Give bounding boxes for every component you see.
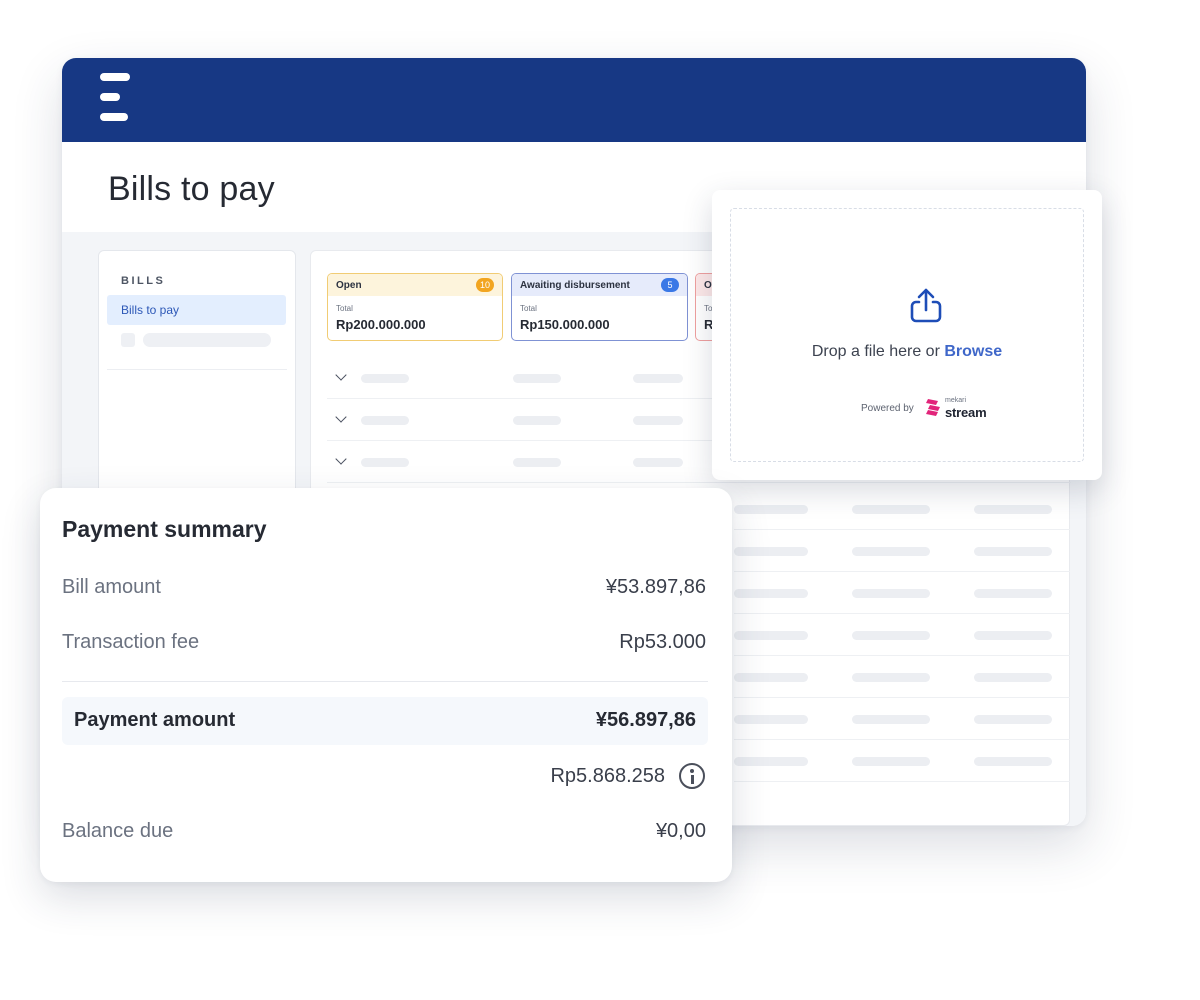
page-title: Bills to pay (108, 170, 275, 208)
info-icon[interactable] (679, 763, 705, 789)
status-card-open[interactable]: Open 10 Total Rp200.000.000 (327, 273, 503, 341)
skeleton-placeholder (143, 333, 271, 347)
sidebar: BILLS Bills to pay (98, 250, 296, 510)
card-label: Open (336, 280, 362, 291)
browse-link[interactable]: Browse (944, 343, 1002, 360)
balance-due-value: ¥0,00 (655, 820, 706, 842)
count-badge: 5 (661, 278, 679, 292)
status-card-awaiting-disbursement[interactable]: Awaiting disbursement 5 Total Rp150.000.… (511, 273, 688, 341)
table-row (734, 572, 1070, 614)
card-sub-label: Total (520, 304, 537, 313)
card-label: Awaiting disbursement (520, 280, 630, 291)
converted-amount-value: Rp5.868.258 (550, 765, 665, 787)
bill-amount-value: ¥53.897,86 (605, 576, 706, 598)
drop-prompt-text: Drop a file here or (811, 343, 945, 360)
skeleton-placeholder (121, 333, 135, 347)
chevron-down-icon[interactable] (335, 411, 347, 423)
divider (107, 369, 287, 370)
sidebar-heading: BILLS (121, 275, 166, 287)
card-value: Rp150.000.000 (520, 317, 610, 332)
divider (62, 681, 708, 682)
table-row (734, 614, 1070, 656)
top-bar (62, 58, 1086, 142)
table-row (734, 530, 1070, 572)
sidebar-item-label: Bills to pay (121, 303, 180, 317)
payment-amount-label: Payment amount (74, 709, 236, 731)
summary-title: Payment summary (62, 516, 267, 542)
table-row (734, 488, 1070, 530)
file-drop-zone[interactable]: Drop a file here or Browse Powered by me… (730, 208, 1084, 462)
brand-company: mekari (945, 397, 967, 404)
stream-logo-icon (926, 399, 940, 416)
file-upload-card: Drop a file here or Browse Powered by me… (712, 190, 1102, 480)
chevron-down-icon[interactable] (335, 453, 347, 465)
card-sub-label: Total (336, 304, 353, 313)
chevron-down-icon[interactable] (335, 369, 347, 381)
payment-amount-row: Payment amount ¥56.897,86 (62, 697, 708, 745)
powered-by-label: Powered by (861, 403, 914, 414)
transaction-fee-value: Rp53.000 (619, 631, 706, 653)
table-row (734, 740, 1070, 782)
sidebar-item-bills-to-pay[interactable]: Bills to pay (107, 295, 286, 325)
brand-product: stream (945, 405, 987, 420)
table-row (734, 698, 1070, 740)
count-badge: 10 (476, 278, 494, 292)
drop-prompt: Drop a file here or Browse (731, 343, 1083, 361)
payment-summary-card: Payment summary Bill amount ¥53.897,86 T… (40, 488, 732, 882)
transaction-fee-label: Transaction fee (62, 631, 200, 653)
balance-due-label: Balance due (62, 820, 174, 842)
app-logo-icon[interactable] (100, 73, 132, 121)
upload-icon[interactable] (906, 286, 946, 326)
card-value: Rp200.000.000 (336, 317, 426, 332)
table-row (734, 656, 1070, 698)
bill-amount-label: Bill amount (62, 576, 161, 598)
payment-amount-value: ¥56.897,86 (595, 709, 696, 731)
